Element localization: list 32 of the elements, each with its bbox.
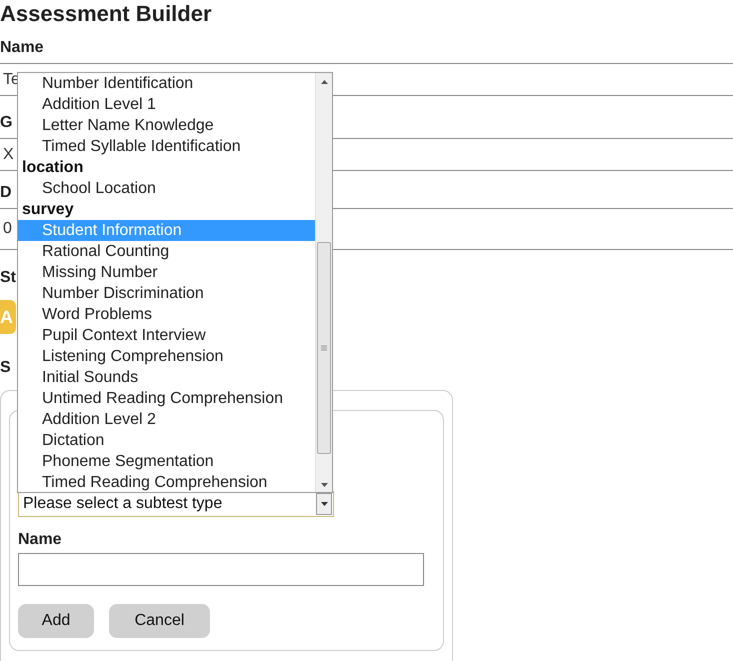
- cancel-button[interactable]: Cancel: [109, 604, 210, 638]
- field-label: St: [0, 268, 16, 288]
- field-label: Name: [0, 38, 44, 58]
- scroll-thumb[interactable]: [317, 242, 331, 454]
- dropdown-option[interactable]: Letter Name Knowledge: [18, 115, 315, 136]
- field-label: D: [0, 183, 12, 203]
- dropdown-option[interactable]: Addition Level 1: [18, 94, 315, 115]
- dropdown-option[interactable]: Number Discrimination: [18, 283, 315, 304]
- dropdown-button[interactable]: [316, 493, 332, 515]
- dropdown-option[interactable]: Word Problems: [18, 304, 315, 325]
- caret-icon: [320, 502, 328, 506]
- add-button[interactable]: Add: [18, 604, 94, 638]
- input-field[interactable]: [18, 553, 424, 586]
- dropdown-option[interactable]: Listening Comprehension: [18, 346, 315, 367]
- scroll-down-icon[interactable]: [320, 483, 328, 487]
- dropdown-option[interactable]: Phoneme Segmentation: [18, 451, 315, 472]
- dropdown-option[interactable]: Missing Number: [18, 262, 315, 283]
- dropdown-option[interactable]: Untimed Reading Comprehension: [18, 388, 315, 409]
- scroll-up-icon[interactable]: [320, 80, 328, 84]
- page-title: Assessment Builder: [0, 0, 213, 28]
- field-label: Name: [18, 530, 63, 550]
- dropdown-option[interactable]: School Location: [18, 178, 315, 199]
- dropdown-option[interactable]: Pupil Context Interview: [18, 325, 315, 346]
- dropdown-option[interactable]: Number Identification: [18, 73, 315, 94]
- dropdown-option[interactable]: Addition Level 2: [18, 409, 315, 430]
- dropdown-option[interactable]: Timed Reading Comprehension: [18, 472, 315, 492]
- field-label: G: [0, 113, 12, 133]
- section-label: S: [0, 358, 11, 378]
- dropdown-option[interactable]: Timed Syllable Identification: [18, 136, 315, 157]
- dropdown-option[interactable]: Initial Sounds: [18, 367, 315, 388]
- dropdown-option[interactable]: Dictation: [18, 430, 315, 451]
- select-field[interactable]: Please select a subtest type: [18, 491, 334, 517]
